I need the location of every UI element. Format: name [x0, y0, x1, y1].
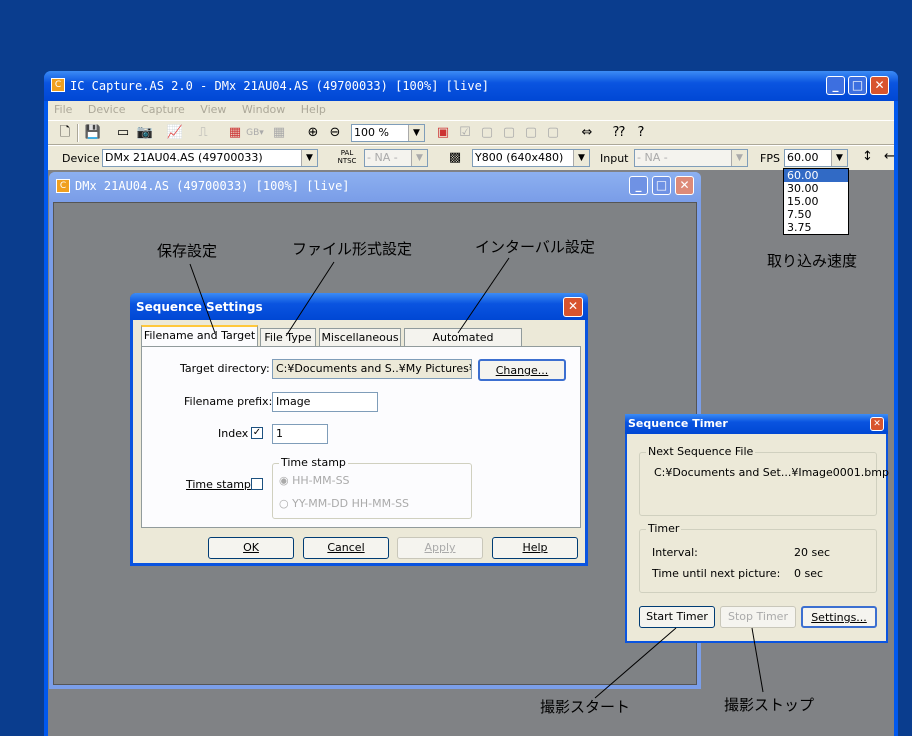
pointer-line-filetype	[285, 261, 335, 337]
pointer-line-save	[189, 263, 216, 334]
pointer-line-stop	[751, 627, 764, 693]
pointer-line-start	[594, 627, 677, 699]
pointer-line-interval	[457, 257, 510, 334]
annotation-lines	[189, 257, 764, 699]
